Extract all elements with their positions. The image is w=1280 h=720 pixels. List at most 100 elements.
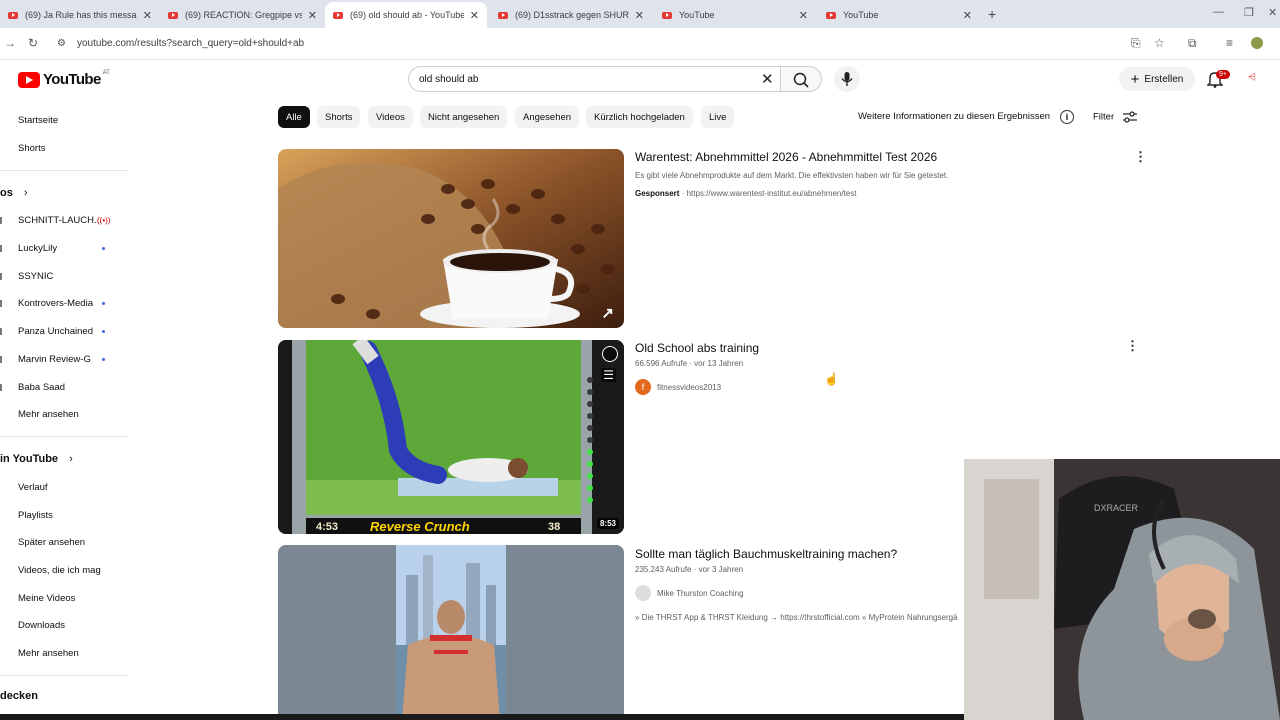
close-icon[interactable]: ✕ xyxy=(470,9,479,22)
sidebar-subscription-item[interactable]: Marvin Review-G xyxy=(18,354,91,365)
chip-watched[interactable]: Angesehen xyxy=(515,106,580,128)
sidebar-explore-heading: decken xyxy=(0,690,38,702)
sidebar-item-history[interactable]: Verlauf xyxy=(18,482,48,493)
result-title[interactable]: Warentest: Abnehmmittel 2026 - Abnehmmit… xyxy=(635,150,937,164)
extensions-icon[interactable]: ⧉ xyxy=(1188,36,1197,51)
logo-text: YouTube xyxy=(43,71,101,88)
chip-all[interactable]: Alle xyxy=(278,106,310,128)
close-icon[interactable]: ✕ xyxy=(308,9,317,22)
sidebar-subscriptions-heading[interactable]: os › xyxy=(0,187,28,199)
voice-search-button[interactable] xyxy=(834,66,860,92)
sidebar-subscription-item[interactable]: Kontrovers-Media xyxy=(18,298,93,309)
sidebar-item-shorts[interactable]: Shorts xyxy=(18,143,45,154)
search-input[interactable]: old should ab ✕ xyxy=(408,66,782,92)
browser-tab[interactable]: (69) Ja Rule has this message to ✕ xyxy=(0,4,160,26)
video-thumbnail[interactable] xyxy=(278,545,624,720)
chevron-right-icon: › xyxy=(69,453,73,465)
account-avatar[interactable]: ⩤ xyxy=(1248,72,1256,83)
thumbnail-overlay-time: 4:53 xyxy=(316,521,339,533)
result-title[interactable]: Sollte man täglich Bauchmuskeltraining m… xyxy=(635,547,897,561)
close-window-button[interactable]: ✕ xyxy=(1268,6,1277,19)
channel-avatar xyxy=(0,245,2,252)
chip-unwatched[interactable]: Nicht angesehen xyxy=(420,106,508,128)
sidebar-item-home[interactable]: Startseite xyxy=(18,115,58,126)
channel-avatar xyxy=(0,356,2,363)
tab-title: YouTube xyxy=(843,10,879,20)
add-to-queue-icon[interactable]: ☰ xyxy=(601,368,616,382)
browser-tab[interactable]: YouTube ✕ xyxy=(818,4,980,26)
more-actions-icon[interactable]: ⋮ xyxy=(1134,149,1147,165)
result-description: Es gibt viele Abnehmprodukte auf dem Mar… xyxy=(635,171,949,180)
video-thumbnail[interactable]: 4:53 Reverse Crunch 38 ☰ 8:53 xyxy=(278,340,624,534)
browser-profile-avatar[interactable] xyxy=(1251,37,1263,49)
filter-button[interactable]: Filter xyxy=(1093,111,1137,123)
chip-shorts[interactable]: Shorts xyxy=(317,106,361,128)
sidebar-subscription-item[interactable]: SCHNITT-LAUCH... xyxy=(18,215,102,226)
reload-icon[interactable]: ↻ xyxy=(28,36,38,50)
you-heading-text: in YouTube xyxy=(0,453,59,465)
create-label: Erstellen xyxy=(1144,73,1184,85)
channel-avatar[interactable] xyxy=(635,585,651,601)
restore-button[interactable]: ❐ xyxy=(1244,6,1254,19)
sidebar-item-playlists[interactable]: Playlists xyxy=(18,510,53,521)
youtube-icon xyxy=(333,11,343,19)
more-info-link[interactable]: Weitere Informationen zu diesen Ergebnis… xyxy=(858,111,1050,122)
youtube-logo[interactable]: YouTube AT xyxy=(18,70,110,88)
sidebar-item-my-videos[interactable]: Meine Videos xyxy=(18,593,75,604)
sidebar-show-more[interactable]: Mehr ansehen xyxy=(18,409,79,420)
ad-line: Gesponsert · https://www.warentest-insti… xyxy=(635,189,856,198)
channel-name[interactable]: fitnessvideos2013 xyxy=(657,383,721,392)
media-controls-icon[interactable]: ≡ xyxy=(1226,36,1233,50)
sidebar-you-heading[interactable]: in YouTube › xyxy=(0,453,73,465)
ad-url[interactable]: · https://www.warentest-institut.eu/abne… xyxy=(682,189,857,198)
sidebar-subscription-item[interactable]: Panza Unchained xyxy=(18,326,93,337)
more-actions-icon[interactable]: ⋮ xyxy=(1126,338,1139,354)
minimize-button[interactable]: — xyxy=(1213,6,1224,18)
bookmark-star-icon[interactable]: ☆ xyxy=(1154,36,1165,50)
search-button[interactable] xyxy=(780,66,822,92)
sidebar-item-liked-videos[interactable]: Videos, die ich mag xyxy=(18,565,101,576)
close-icon[interactable]: ✕ xyxy=(635,9,644,22)
browser-tab[interactable]: (69) D1sstrack gegen SHURJO! ✕ xyxy=(490,4,652,26)
url-field[interactable]: youtube.com/results?search_query=old+sho… xyxy=(77,38,304,49)
create-button[interactable]: + Erstellen xyxy=(1119,67,1195,91)
youtube-icon xyxy=(826,11,836,19)
youtube-icon xyxy=(168,11,178,19)
sidebar-subscription-item[interactable]: SSYNIC xyxy=(18,271,53,282)
close-icon[interactable]: ✕ xyxy=(143,9,152,22)
youtube-icon xyxy=(8,11,18,19)
chip-recently-uploaded[interactable]: Kürzlich hochgeladen xyxy=(586,106,693,128)
chip-videos[interactable]: Videos xyxy=(368,106,413,128)
sidebar-subscription-item[interactable]: Baba Saad xyxy=(18,382,65,393)
live-icon: ((•)) xyxy=(97,216,111,225)
open-external-arrow-icon: ↗ xyxy=(601,305,614,322)
sidebar-show-more[interactable]: Mehr ansehen xyxy=(18,648,79,659)
new-tab-button[interactable]: + xyxy=(988,6,996,22)
sidebar-item-downloads[interactable]: Downloads xyxy=(18,620,65,631)
chip-live[interactable]: Live xyxy=(701,106,735,128)
browser-tab[interactable]: YouTube ✕ xyxy=(654,4,816,26)
result-title[interactable]: Old School abs training xyxy=(635,341,759,355)
close-icon[interactable]: ✕ xyxy=(799,9,808,22)
search-icon xyxy=(793,72,809,88)
forward-icon[interactable]: → xyxy=(4,36,16,50)
watch-later-clock-icon[interactable] xyxy=(602,346,618,362)
install-app-icon[interactable]: ⎘ xyxy=(1131,36,1141,51)
sidebar-subscription-item[interactable]: LuckyLily xyxy=(18,243,57,254)
new-content-dot xyxy=(102,247,105,250)
channel-name[interactable]: Mike Thurston Coaching xyxy=(657,589,744,598)
sidebar-divider xyxy=(0,436,127,437)
close-icon[interactable]: ✕ xyxy=(963,9,972,22)
mouse-cursor-icon: ☝ xyxy=(824,372,839,386)
sidebar-item-watch-later[interactable]: Später ansehen xyxy=(18,537,85,548)
site-info-icon[interactable]: ⚙ xyxy=(57,38,66,49)
result-views-age: 66.596 Aufrufe · vor 13 Jahren xyxy=(635,359,744,368)
channel-avatar[interactable]: f xyxy=(635,379,651,395)
browser-tab[interactable]: (69) REACTION: Gregpipe vs. M ✕ xyxy=(160,4,325,26)
info-icon[interactable]: i xyxy=(1060,110,1074,124)
new-content-dot xyxy=(102,330,105,333)
clear-search-icon[interactable]: ✕ xyxy=(761,70,774,88)
browser-tab-active[interactable]: (69) old should ab - YouTube ✕ xyxy=(325,2,487,28)
ad-thumbnail[interactable]: ↗ xyxy=(278,149,624,328)
browser-tab-bar: (69) Ja Rule has this message to ✕ (69) … xyxy=(0,0,1280,28)
